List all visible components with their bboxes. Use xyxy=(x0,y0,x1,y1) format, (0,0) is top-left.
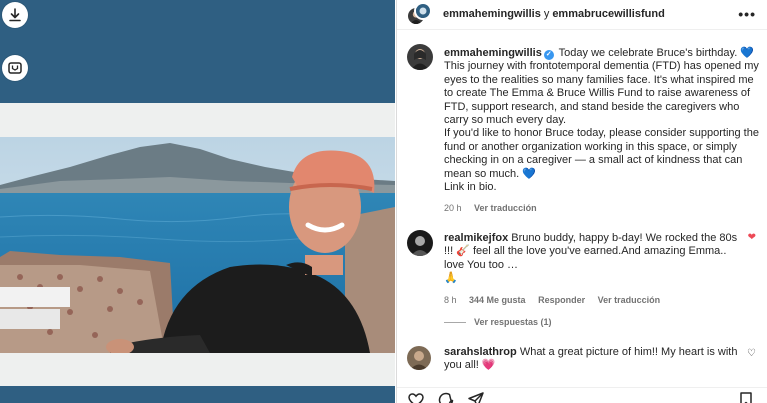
avatar[interactable] xyxy=(407,230,433,256)
more-options-button[interactable]: ••• xyxy=(738,7,756,21)
divider xyxy=(444,321,466,323)
comment-username[interactable]: sarahslathrop xyxy=(444,346,517,358)
post-panel: emmahemingwillis y emmabrucewillisfund •••… xyxy=(396,0,767,403)
caption-translate-link[interactable]: Ver traducción xyxy=(474,203,537,213)
heart-icon[interactable]: ♡ xyxy=(747,348,756,359)
comment-body: realmikejfox Bruno buddy, happy b-day! W… xyxy=(444,232,744,307)
verified-icon: ✓ xyxy=(543,50,554,60)
boat-photo-illustration xyxy=(0,137,395,353)
header-avatars[interactable] xyxy=(406,2,434,28)
share-icon[interactable] xyxy=(467,391,485,403)
more-icon: ••• xyxy=(738,6,756,22)
comment-likes[interactable]: 344 Me gusta xyxy=(469,295,526,305)
caption-icon xyxy=(8,62,22,74)
comment-icon[interactable] xyxy=(437,391,455,403)
header-user-2[interactable]: emmabrucewillisfund xyxy=(552,8,664,20)
caption-body: emmahemingwillis ✓ Today we celebrate Bru… xyxy=(444,47,762,216)
avatar[interactable] xyxy=(407,346,431,370)
comment-body: sarahslathrop What a great picture of hi… xyxy=(444,346,744,373)
view-replies-label: Ver respuestas (1) xyxy=(474,317,552,327)
download-icon xyxy=(9,8,21,22)
heart-icon[interactable] xyxy=(407,391,425,403)
comment-username[interactable]: realmikejfox xyxy=(444,232,508,244)
avatar xyxy=(414,2,432,20)
caption-username[interactable]: emmahemingwillis xyxy=(444,47,542,59)
header-separator: y xyxy=(543,8,550,20)
media-pane xyxy=(0,0,395,403)
post-photo[interactable] xyxy=(0,137,395,353)
caption-paragraph-3: Link in bio. xyxy=(444,181,497,194)
reply-button[interactable]: Responder xyxy=(538,295,585,305)
heart-icon[interactable]: ❤ xyxy=(748,232,756,243)
bookmark-icon[interactable] xyxy=(737,391,755,403)
action-bar xyxy=(397,387,767,403)
caption-paragraph-2: If you'd like to honor Bruce today, plea… xyxy=(444,127,759,180)
comment-emoji-line: 🙏 xyxy=(444,272,458,285)
header-user-1[interactable]: emmahemingwillis xyxy=(443,8,541,20)
comment-translate-link[interactable]: Ver traducción xyxy=(598,295,661,305)
caption-button[interactable] xyxy=(2,55,28,81)
caption-meta: 20 h Ver traducción xyxy=(444,202,762,215)
comment-meta: 8 h 344 Me gusta Responder Ver traducció… xyxy=(444,294,744,307)
avatar[interactable] xyxy=(407,44,433,70)
caption-time: 20 h xyxy=(444,203,462,214)
header-usernames: emmahemingwillis y emmabrucewillisfund xyxy=(443,8,665,20)
download-button[interactable] xyxy=(2,2,28,28)
post-header: emmahemingwillis y emmabrucewillisfund ••• xyxy=(397,0,767,30)
comment-time: 8 h xyxy=(444,294,457,305)
view-replies-button[interactable]: Ver respuestas (1) xyxy=(444,317,552,327)
